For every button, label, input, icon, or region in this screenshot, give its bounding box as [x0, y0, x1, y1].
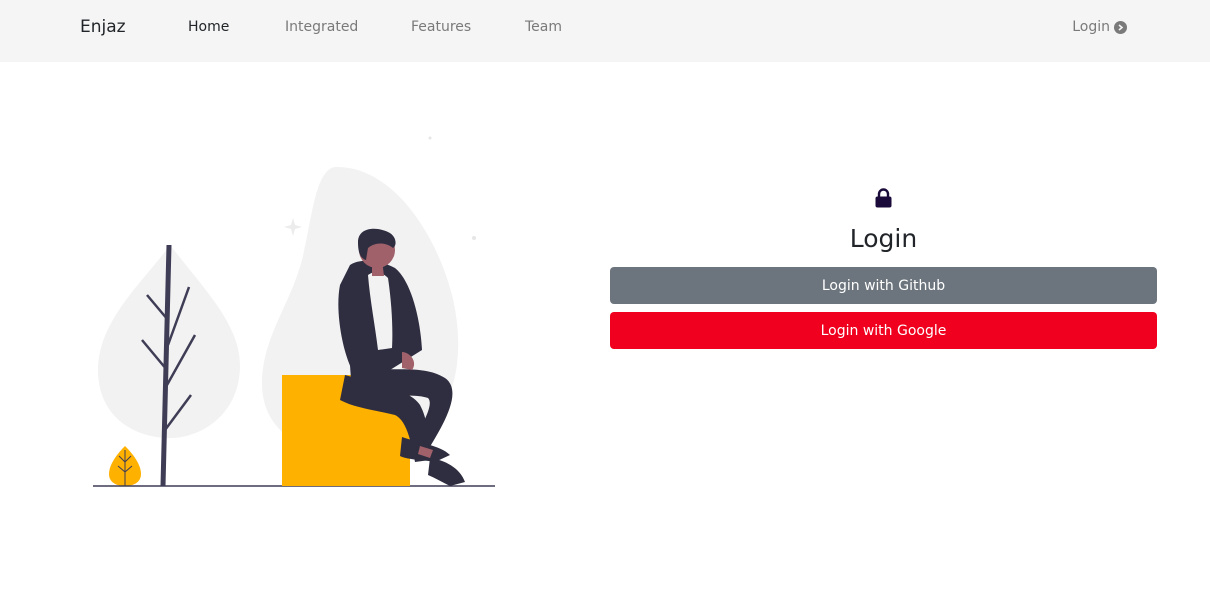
login-github-button[interactable]: Login with Github: [610, 267, 1157, 304]
nav-link-team[interactable]: Team: [525, 19, 562, 35]
nav-link-features[interactable]: Features: [411, 19, 471, 35]
login-illustration: [90, 130, 500, 494]
navbar: Enjaz Home Integrated Features Team Logi…: [0, 0, 1210, 62]
nav-link-home[interactable]: Home: [188, 19, 229, 35]
nav-login-link[interactable]: Login: [1072, 19, 1127, 35]
lock-icon: [875, 188, 892, 212]
nav-login-label: Login: [1072, 19, 1110, 35]
arrow-circle-right-icon: [1114, 20, 1127, 34]
login-panel: Login Login with Github Login with Googl…: [610, 188, 1157, 357]
brand-logo[interactable]: Enjaz: [80, 17, 126, 37]
login-google-button[interactable]: Login with Google: [610, 312, 1157, 349]
login-title: Login: [849, 224, 918, 253]
nav-link-integrated[interactable]: Integrated: [285, 19, 358, 35]
